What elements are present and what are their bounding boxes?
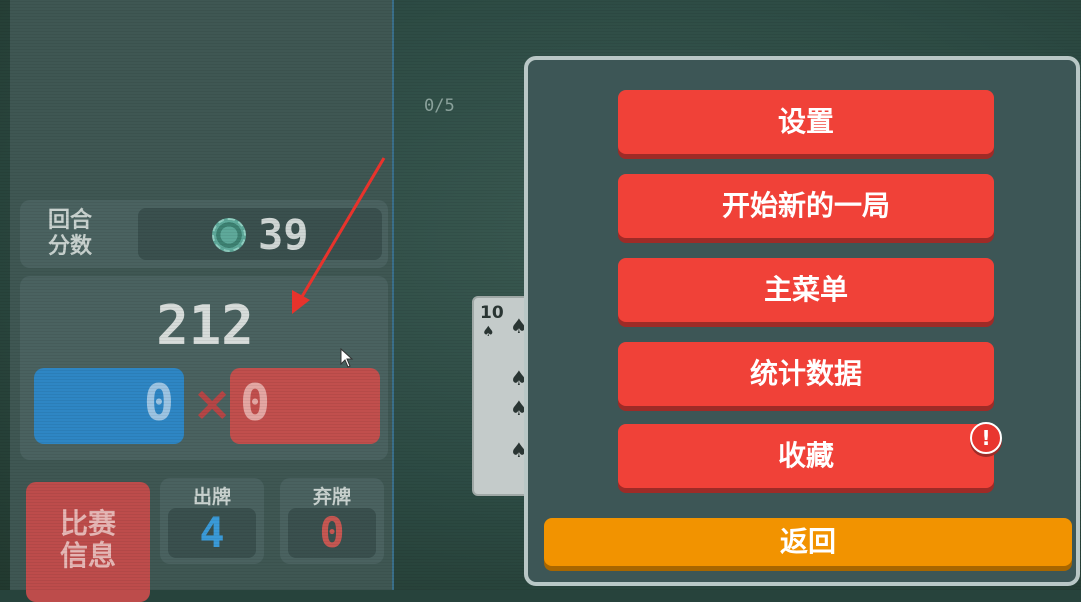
- statistics-button-label: 统计数据: [749, 357, 862, 390]
- new-run-button-label: 开始新的一局: [721, 189, 890, 222]
- main-menu-button[interactable]: 主菜单: [618, 258, 994, 322]
- settings-button[interactable]: 设置: [618, 90, 994, 154]
- settings-button-label: 设置: [777, 105, 834, 138]
- main-menu-button-label: 主菜单: [763, 273, 848, 306]
- pause-menu-panel: 设置 开始新的一局 主菜单 统计数据 收藏 ! 返回: [524, 56, 1080, 586]
- collection-button-label: 收藏: [777, 439, 834, 472]
- mouse-cursor-icon: [340, 348, 354, 368]
- back-button-label: 返回: [779, 525, 836, 558]
- new-run-button[interactable]: 开始新的一局: [618, 174, 994, 238]
- statistics-button[interactable]: 统计数据: [618, 342, 994, 406]
- alert-badge-icon: !: [970, 422, 1002, 454]
- back-button[interactable]: 返回: [544, 518, 1072, 566]
- collection-button[interactable]: 收藏: [618, 424, 994, 488]
